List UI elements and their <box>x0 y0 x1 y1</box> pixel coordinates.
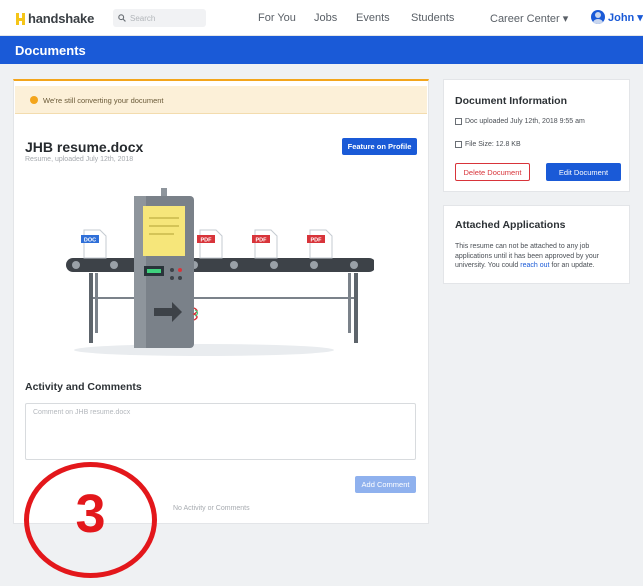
logo-text: handshake <box>28 11 95 26</box>
warning-icon <box>30 96 38 104</box>
nav-students[interactable]: Students <box>411 12 454 24</box>
feature-on-profile-button[interactable]: Feature on Profile <box>342 138 417 155</box>
top-navbar: handshake Search For You Jobs Events Stu… <box>0 0 643 36</box>
activity-title: Activity and Comments <box>25 381 142 393</box>
no-activity-text: No Activity or Comments <box>173 505 250 512</box>
upload-date: Doc uploaded July 12th, 2018 9:55 am <box>455 118 585 125</box>
file-size: File Size: 12.8 KB <box>455 141 521 148</box>
nav-jobs[interactable]: Jobs <box>314 12 337 24</box>
search-input[interactable]: Search <box>113 9 206 27</box>
file-icon <box>455 141 462 148</box>
handshake-logo[interactable]: handshake <box>16 11 94 26</box>
pdf-file-label: PDF <box>256 238 268 244</box>
pdf-file-label: PDF <box>311 238 323 244</box>
document-info-title: Document Information <box>455 95 567 107</box>
comment-input[interactable]: Comment on JHB resume.docx <box>25 403 416 460</box>
avatar[interactable] <box>591 10 605 24</box>
pdf-file-icon: PDF <box>307 229 333 259</box>
reach-out-link[interactable]: reach out <box>520 262 549 269</box>
attached-applications-title: Attached Applications <box>455 219 566 231</box>
document-card: We're still converting your document JHB… <box>13 79 429 524</box>
nav-career-center[interactable]: Career Center ▾ <box>490 12 568 25</box>
search-icon <box>118 14 126 22</box>
apps-text-after: for an update. <box>549 262 595 269</box>
page-header: Documents <box>0 36 643 64</box>
comment-placeholder: Comment on JHB resume.docx <box>33 409 131 416</box>
add-comment-button[interactable]: Add Comment <box>355 476 416 493</box>
user-menu[interactable]: John ▾ <box>608 11 643 24</box>
document-info-card: Document Information Doc uploaded July 1… <box>443 79 630 192</box>
page-title: Documents <box>15 43 86 58</box>
pdf-file-label: PDF <box>201 238 213 244</box>
delete-document-button[interactable]: Delete Document <box>455 163 530 181</box>
doc-file-icon: DOC <box>81 229 107 259</box>
search-placeholder: Search <box>130 13 156 23</box>
calendar-icon <box>455 118 462 125</box>
warning-text: We're still converting your document <box>43 96 164 105</box>
edit-document-button[interactable]: Edit Document <box>546 163 621 181</box>
attached-applications-text: This resume can not be attached to any j… <box>455 242 623 271</box>
attached-applications-card: Attached Applications This resume can no… <box>443 205 630 284</box>
step-annotation-circle: 3 <box>24 462 157 578</box>
doc-file-label: DOC <box>84 238 96 244</box>
handshake-logo-icon <box>16 12 25 25</box>
nav-for-you[interactable]: For You <box>258 12 296 24</box>
converting-illustration: DOC PDF PDF PDF <box>66 188 374 356</box>
nav-events[interactable]: Events <box>356 12 390 24</box>
document-subtitle: Resume, uploaded July 12th, 2018 <box>25 156 134 163</box>
document-title: JHB resume.docx <box>25 139 144 155</box>
conversion-warning: We're still converting your document <box>15 86 427 114</box>
pdf-file-icon: PDF <box>252 229 278 259</box>
pdf-file-icon: PDF <box>197 229 223 259</box>
upload-date-text: Doc uploaded July 12th, 2018 9:55 am <box>465 118 585 125</box>
file-size-text: File Size: 12.8 KB <box>465 141 521 148</box>
step-number: 3 <box>75 484 106 544</box>
